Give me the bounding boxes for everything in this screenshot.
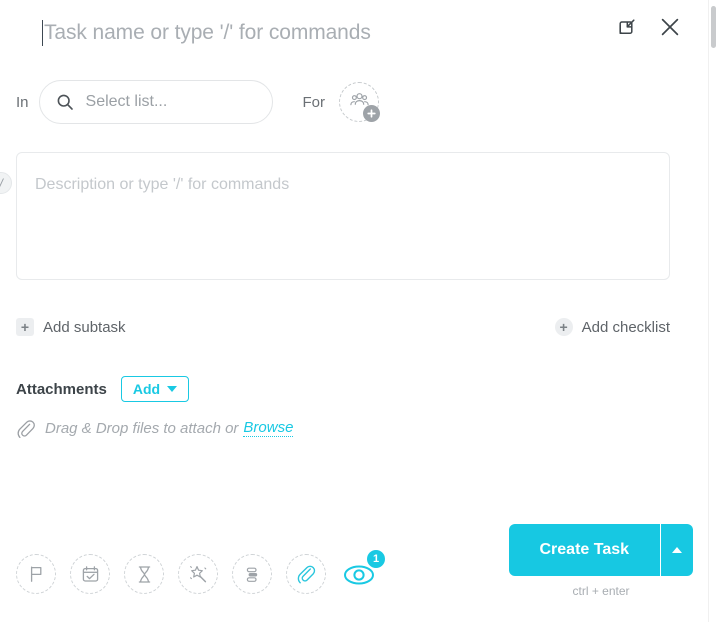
attachment-dropzone[interactable]: Drag & Drop files to attach or Browse	[16, 416, 294, 440]
scrollbar-thumb[interactable]	[711, 6, 716, 48]
custom-fields-icon[interactable]	[232, 554, 272, 594]
paperclip-icon[interactable]	[286, 554, 326, 594]
task-name-placeholder: Task name or type '/' for commands	[44, 21, 371, 44]
browse-link[interactable]: Browse	[243, 419, 294, 437]
calendar-check-icon[interactable]	[70, 554, 110, 594]
create-task-button[interactable]: Create Task	[509, 524, 660, 576]
chevron-down-icon	[167, 386, 178, 392]
task-options-toolbar: 1	[16, 550, 385, 594]
task-location-row: In Select list... For	[16, 80, 381, 124]
subtask-checklist-row: + Add subtask + Add checklist	[16, 318, 670, 340]
task-name-input[interactable]: Task name or type '/' for commands	[42, 16, 371, 50]
chevron-up-icon	[672, 547, 682, 553]
add-checklist-button[interactable]: + Add checklist	[554, 318, 670, 336]
add-subtask-button[interactable]: + Add subtask	[16, 318, 126, 336]
search-icon	[56, 93, 74, 111]
description-placeholder: Description or type '/' for commands	[35, 176, 290, 193]
add-checklist-label: Add checklist	[581, 318, 670, 336]
shortcut-hint: ctrl + enter	[572, 584, 630, 598]
plus-glyph: +	[559, 319, 568, 335]
open-in-full-icon[interactable]	[612, 13, 640, 41]
dragdrop-label: Drag & Drop files to attach or	[45, 419, 239, 437]
text-cursor	[42, 20, 43, 46]
assignee-plus-badge-icon	[363, 105, 381, 122]
create-task-button-group: Create Task	[509, 524, 693, 576]
header-actions	[612, 13, 684, 41]
submit-area: Create Task ctrl + enter	[509, 524, 693, 598]
hourglass-icon[interactable]	[124, 554, 164, 594]
eye-watcher-icon[interactable]: 1	[340, 550, 385, 594]
add-subtask-label: Add subtask	[43, 318, 126, 336]
assignee-add-button[interactable]	[339, 82, 381, 122]
priority-flag-icon[interactable]	[16, 554, 56, 594]
for-label: For	[302, 93, 326, 111]
in-label: In	[16, 93, 29, 111]
attachment-add-label: Add	[132, 381, 161, 397]
attachments-title: Attachments	[16, 380, 107, 398]
create-task-modal: Task name or type '/' for commands In Se…	[0, 0, 718, 622]
vertical-scrollbar[interactable]	[708, 0, 718, 622]
plus-glyph: +	[20, 319, 30, 335]
select-list-input[interactable]: Select list...	[38, 80, 273, 124]
modal-header: Task name or type '/' for commands	[0, 0, 706, 62]
create-task-options-button[interactable]	[661, 524, 693, 576]
attachment-add-dropdown[interactable]: Add	[120, 376, 190, 402]
magic-wand-icon[interactable]	[178, 554, 218, 594]
select-list-placeholder: Select list...	[85, 93, 168, 110]
description-input[interactable]: Description or type '/' for commands	[16, 152, 670, 280]
plus-circle-icon: +	[554, 318, 573, 336]
paperclip-icon	[16, 419, 35, 438]
slash-command-badge[interactable]: /	[0, 172, 12, 194]
plus-square-icon: +	[16, 318, 34, 336]
watcher-count-badge: 1	[367, 550, 385, 568]
close-icon[interactable]	[656, 13, 684, 41]
attachments-header: Attachments Add	[16, 376, 190, 402]
